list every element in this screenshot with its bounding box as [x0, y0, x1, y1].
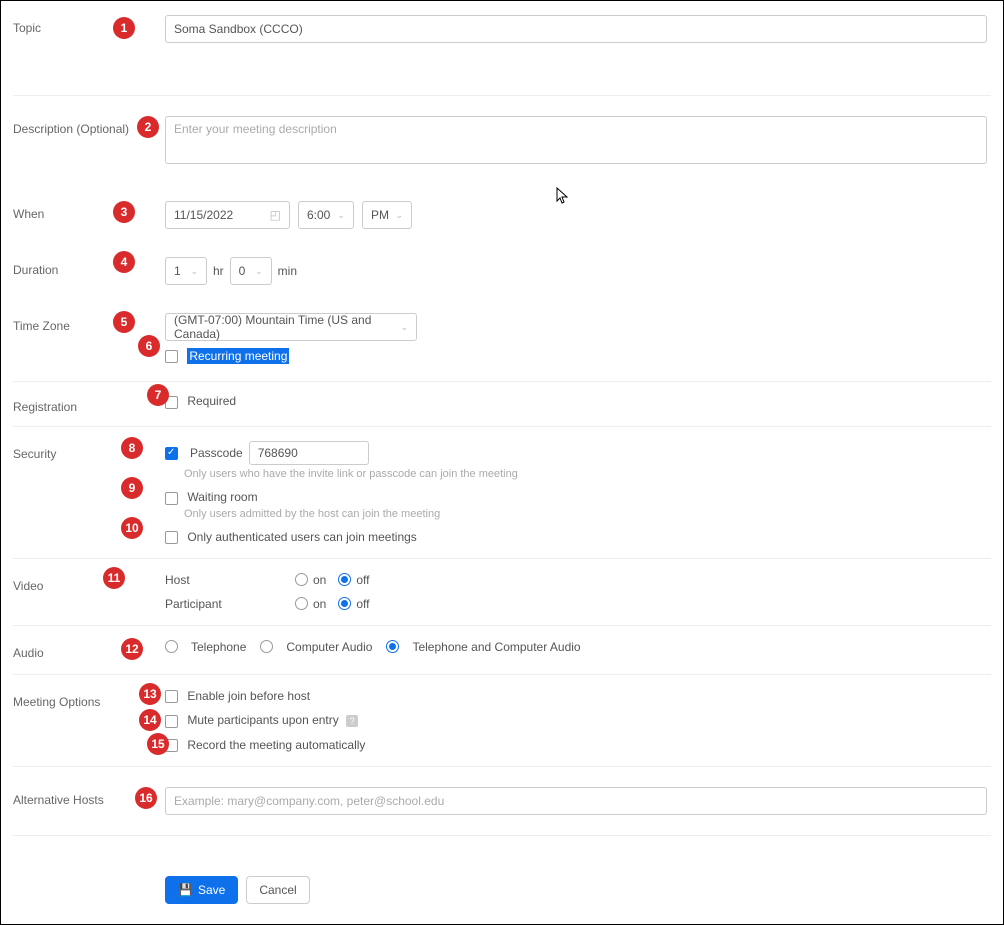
video-host-label: Host	[165, 573, 295, 587]
passcode-input[interactable]	[249, 441, 369, 465]
duration-hr-select[interactable]: 1 ⌄	[165, 257, 207, 285]
off-label: off	[356, 597, 369, 611]
when-date-input[interactable]: 11/15/2022 ◰	[165, 201, 290, 229]
waiting-room-checkbox[interactable]	[165, 492, 178, 505]
when-ampm-value: PM	[371, 208, 389, 222]
marker-12: 12	[121, 638, 143, 660]
off-label: off	[356, 573, 369, 587]
chevron-down-icon: ⌄	[255, 266, 263, 277]
alt-hosts-input[interactable]	[165, 787, 987, 815]
marker-10: 10	[121, 517, 143, 539]
recurring-label: Recurring meeting	[187, 348, 289, 364]
save-button[interactable]: 💾 Save	[165, 876, 238, 904]
duration-min-value: 0	[239, 264, 246, 278]
marker-11: 11	[103, 567, 125, 589]
video-host-off-radio[interactable]	[338, 573, 351, 586]
marker-3: 3	[113, 201, 135, 223]
marker-14: 14	[139, 709, 161, 731]
audio-computer-radio[interactable]	[260, 640, 273, 653]
save-icon: 💾	[178, 883, 193, 897]
waiting-room-label: Waiting room	[187, 490, 257, 504]
chevron-down-icon: ⌄	[400, 322, 408, 333]
registration-label: Registration	[13, 394, 165, 414]
on-label: on	[313, 573, 326, 587]
when-ampm-select[interactable]: PM ⌄	[362, 201, 412, 229]
when-time-select[interactable]: 6:00 ⌄	[298, 201, 354, 229]
marker-16: 16	[135, 787, 157, 809]
join-before-host-checkbox[interactable]	[165, 690, 178, 703]
audio-telephone-radio[interactable]	[165, 640, 178, 653]
marker-9: 9	[121, 477, 143, 499]
marker-2: 2	[137, 116, 159, 138]
when-time-value: 6:00	[307, 208, 330, 222]
passcode-label: Passcode	[190, 446, 243, 460]
auth-users-label: Only authenticated users can join meetin…	[187, 530, 416, 544]
video-participant-off-radio[interactable]	[338, 597, 351, 610]
audio-telephone-label: Telephone	[191, 640, 246, 654]
min-unit-label: min	[278, 264, 297, 278]
save-button-label: Save	[198, 883, 225, 897]
recurring-checkbox[interactable]	[165, 350, 178, 363]
when-date-value: 11/15/2022	[174, 208, 233, 222]
marker-15: 15	[147, 733, 169, 755]
marker-1: 1	[113, 17, 135, 39]
cancel-button-label: Cancel	[259, 883, 296, 897]
video-label: Video	[13, 573, 165, 593]
passcode-hint: Only users who have the invite link or p…	[184, 468, 991, 480]
marker-5: 5	[113, 311, 135, 333]
duration-hr-value: 1	[174, 264, 181, 278]
when-label: When	[13, 201, 165, 221]
topic-label: Topic	[13, 15, 165, 35]
timezone-select[interactable]: (GMT-07:00) Mountain Time (US and Canada…	[165, 313, 417, 341]
auth-users-checkbox[interactable]	[165, 531, 178, 544]
record-auto-label: Record the meeting automatically	[187, 738, 365, 752]
waiting-room-hint: Only users admitted by the host can join…	[184, 508, 991, 520]
mute-on-entry-label: Mute participants upon entry	[187, 713, 338, 727]
topic-input[interactable]	[165, 15, 987, 43]
duration-label: Duration	[13, 257, 165, 277]
chevron-down-icon: ⌄	[395, 210, 403, 221]
help-icon[interactable]: ?	[346, 715, 358, 727]
calendar-icon: ◰	[270, 208, 281, 222]
hr-unit-label: hr	[213, 264, 224, 278]
passcode-checkbox[interactable]	[165, 447, 178, 460]
video-host-on-radio[interactable]	[295, 573, 308, 586]
chevron-down-icon: ⌄	[190, 266, 198, 277]
audio-both-label: Telephone and Computer Audio	[412, 640, 580, 654]
mute-on-entry-checkbox[interactable]	[165, 715, 178, 728]
description-input[interactable]	[165, 116, 987, 164]
audio-computer-label: Computer Audio	[286, 640, 372, 654]
cancel-button[interactable]: Cancel	[246, 876, 309, 904]
on-label: on	[313, 597, 326, 611]
marker-4: 4	[113, 251, 135, 273]
meeting-settings-form: Topic 1 Description (Optional) 2 When 3 …	[0, 0, 1004, 925]
registration-required-label: Required	[187, 394, 236, 408]
video-participant-on-radio[interactable]	[295, 597, 308, 610]
timezone-label: Time Zone	[13, 313, 165, 333]
duration-min-select[interactable]: 0 ⌄	[230, 257, 272, 285]
timezone-value: (GMT-07:00) Mountain Time (US and Canada…	[174, 313, 394, 341]
marker-6: 6	[138, 335, 160, 357]
audio-both-radio[interactable]	[386, 640, 399, 653]
video-participant-label: Participant	[165, 597, 295, 611]
marker-13: 13	[139, 683, 161, 705]
join-before-host-label: Enable join before host	[187, 689, 310, 703]
chevron-down-icon: ⌄	[337, 210, 345, 221]
